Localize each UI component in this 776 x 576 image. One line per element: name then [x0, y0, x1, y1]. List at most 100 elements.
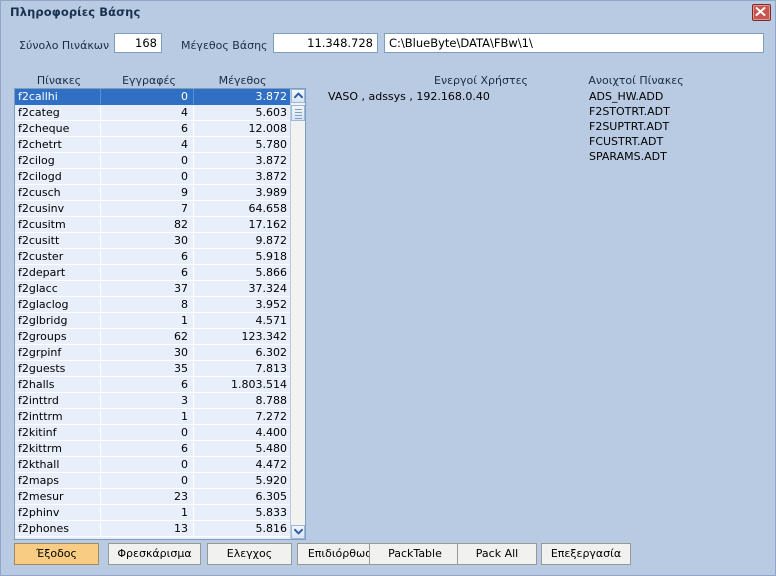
title-bar: Πληροφορίες Βάσης — [1, 1, 775, 23]
table-row[interactable]: f2kthall 0 4.472 — [15, 457, 292, 473]
table-row[interactable]: f2maps 0 5.920 — [15, 473, 292, 489]
open-table-item: ADS_HW.ADD — [589, 90, 664, 103]
cell-table-size: 12.008 — [248, 122, 288, 135]
table-row[interactable]: f2phones 13 5.816 — [15, 521, 292, 537]
bar-button-2[interactable]: Ελεγχος — [207, 543, 292, 565]
cell-record-count: 8 — [101, 297, 194, 312]
cell-table-name: f2cilog — [15, 153, 101, 168]
table-row[interactable]: f2glacc 37 37.324 — [15, 281, 292, 297]
bar-button-4[interactable]: PackTable — [369, 543, 461, 565]
cell-record-count: 0 — [101, 425, 194, 440]
table-row[interactable]: f2cusitt 30 9.872 — [15, 233, 292, 249]
cell-record-count: 6 — [101, 121, 194, 136]
cell-table-size: 9.872 — [255, 234, 288, 247]
table-row[interactable]: f2depart 6 5.866 — [15, 265, 292, 281]
cell-table-name: f2chetrt — [15, 137, 101, 152]
cell-table-name: f2guests — [15, 361, 101, 376]
cell-table-size: 64.658 — [248, 202, 288, 215]
table-row[interactable]: f2cusitm 82 17.162 — [15, 217, 292, 233]
cell-record-count: 23 — [101, 489, 194, 504]
cell-table-name: f2kitinf — [15, 425, 101, 440]
bar-button-1[interactable]: Φρεσκάρισμα — [108, 543, 201, 565]
cell-record-count: 6 — [101, 377, 194, 392]
cell-table-name: f2inttrd — [15, 393, 101, 408]
table-row[interactable]: f2halls 6 1.803.514 — [15, 377, 292, 393]
table-row[interactable]: f2kitinf 0 4.400 — [15, 425, 292, 441]
bar-button-5[interactable]: Pack All — [457, 543, 537, 565]
table-row[interactable]: f2custer 6 5.918 — [15, 249, 292, 265]
open-table-item: FCUSTRT.ADT — [589, 135, 664, 148]
cell-table-name: f2cheque — [15, 121, 101, 136]
tables-grid[interactable]: f2callhi 0 3.872 f2categ 4 5.603 f2cheque 6 12.0… — [14, 88, 306, 540]
cell-table-size: 6.305 — [255, 490, 288, 503]
open-tables-list: ADS_HW.ADD F2STOTRT.ADT F2SUPTRT.ADT FCUSTR… — [589, 89, 769, 164]
bar-button-0[interactable]: Έξοδος — [14, 543, 99, 565]
cell-table-size: 3.872 — [255, 154, 288, 167]
open-table-item: F2STOTRT.ADT — [589, 105, 670, 118]
column-header-records: Εγγραφές — [122, 74, 176, 87]
button-bar: Έξοδος Φρεσκάρισμα Ελεγχος Επιδιόρθωση PackT… — [1, 543, 775, 567]
open-table-item: F2SUPTRT.ADT — [589, 120, 670, 133]
table-row[interactable]: f2phinv 1 5.833 — [15, 505, 292, 521]
cell-table-name: f2cusitm — [15, 217, 101, 232]
table-row[interactable]: f2kittrm 6 5.480 — [15, 441, 292, 457]
cell-table-size: 5.780 — [255, 138, 288, 151]
cell-table-size: 1.803.514 — [231, 378, 287, 391]
cell-table-size: 7.272 — [255, 410, 288, 423]
cell-table-name: f2maps — [15, 473, 101, 488]
cell-table-name: f2glbridg — [15, 313, 101, 328]
active-users-list: VASO , adssys , 192.168.0.40 — [328, 89, 578, 104]
scrollbar-thumb[interactable] — [291, 105, 305, 121]
cell-record-count: 3 — [101, 393, 194, 408]
table-row[interactable]: f2grpinf 30 6.302 — [15, 345, 292, 361]
cell-record-count: 4 — [101, 105, 194, 120]
active-user-item: VASO , adssys , 192.168.0.40 — [328, 90, 490, 103]
table-row[interactable]: f2chetrt 4 5.780 — [15, 137, 292, 153]
cell-table-name: f2depart — [15, 265, 101, 280]
db-size-label: Μέγεθος Βάσης — [181, 39, 268, 52]
cell-table-name: f2grpinf — [15, 345, 101, 360]
table-row[interactable]: f2glaclog 8 3.952 — [15, 297, 292, 313]
table-row[interactable]: f2cheque 6 12.008 — [15, 121, 292, 137]
tables-grid-rows: f2callhi 0 3.872 f2categ 4 5.603 f2cheque 6 12.0… — [15, 89, 292, 537]
cell-table-size: 5.603 — [255, 106, 288, 119]
tables-count-field[interactable]: 168 — [114, 33, 162, 53]
cell-table-size: 3.989 — [255, 186, 288, 199]
close-icon[interactable] — [752, 4, 771, 21]
chevron-up-icon[interactable] — [291, 89, 305, 103]
cell-table-size: 4.400 — [255, 426, 288, 439]
cell-table-size: 7.813 — [255, 362, 288, 375]
cell-record-count: 0 — [101, 153, 194, 168]
scrollbar-thumb-grip — [294, 109, 302, 119]
table-row[interactable]: f2cusinv 7 64.658 — [15, 201, 292, 217]
table-row[interactable]: f2cilog 0 3.872 — [15, 153, 292, 169]
cell-table-size: 4.472 — [255, 458, 288, 471]
cell-table-name: f2mesur — [15, 489, 101, 504]
cell-table-size: 37.324 — [248, 282, 288, 295]
table-row[interactable]: f2inttrd 3 8.788 — [15, 393, 292, 409]
cell-table-size: 5.480 — [255, 442, 288, 455]
open-tables-heading: Ανοιχτοί Πίνακες — [588, 74, 684, 87]
cell-record-count: 30 — [101, 345, 194, 360]
cell-table-size: 5.833 — [255, 506, 288, 519]
cell-table-name: f2halls — [15, 377, 101, 392]
cell-table-name: f2phones — [15, 521, 101, 536]
table-row[interactable]: f2cilogd 0 3.872 — [15, 169, 292, 185]
table-row[interactable]: f2categ 4 5.603 — [15, 105, 292, 121]
table-row[interactable]: f2cusch 9 3.989 — [15, 185, 292, 201]
bar-button-6[interactable]: Επεξεργασία — [541, 543, 631, 565]
table-row[interactable]: f2guests 35 7.813 — [15, 361, 292, 377]
table-row[interactable]: f2glbridg 1 4.571 — [15, 313, 292, 329]
cell-record-count: 1 — [101, 505, 194, 520]
table-row[interactable]: f2inttrm 1 7.272 — [15, 409, 292, 425]
table-row[interactable]: f2mesur 23 6.305 — [15, 489, 292, 505]
cell-table-name: f2cusitt — [15, 233, 101, 248]
table-row[interactable]: f2callhi 0 3.872 — [15, 89, 292, 105]
db-size-field[interactable]: 11.348.728 — [273, 33, 378, 53]
database-path-field[interactable]: C:\BlueByte\DATA\FBw\1\ — [384, 33, 764, 53]
table-row[interactable]: f2groups 62 123.342 — [15, 329, 292, 345]
cell-record-count: 6 — [101, 265, 194, 280]
grid-scrollbar[interactable] — [290, 89, 305, 539]
cell-table-size: 123.342 — [241, 330, 288, 343]
chevron-down-icon[interactable] — [291, 525, 305, 539]
